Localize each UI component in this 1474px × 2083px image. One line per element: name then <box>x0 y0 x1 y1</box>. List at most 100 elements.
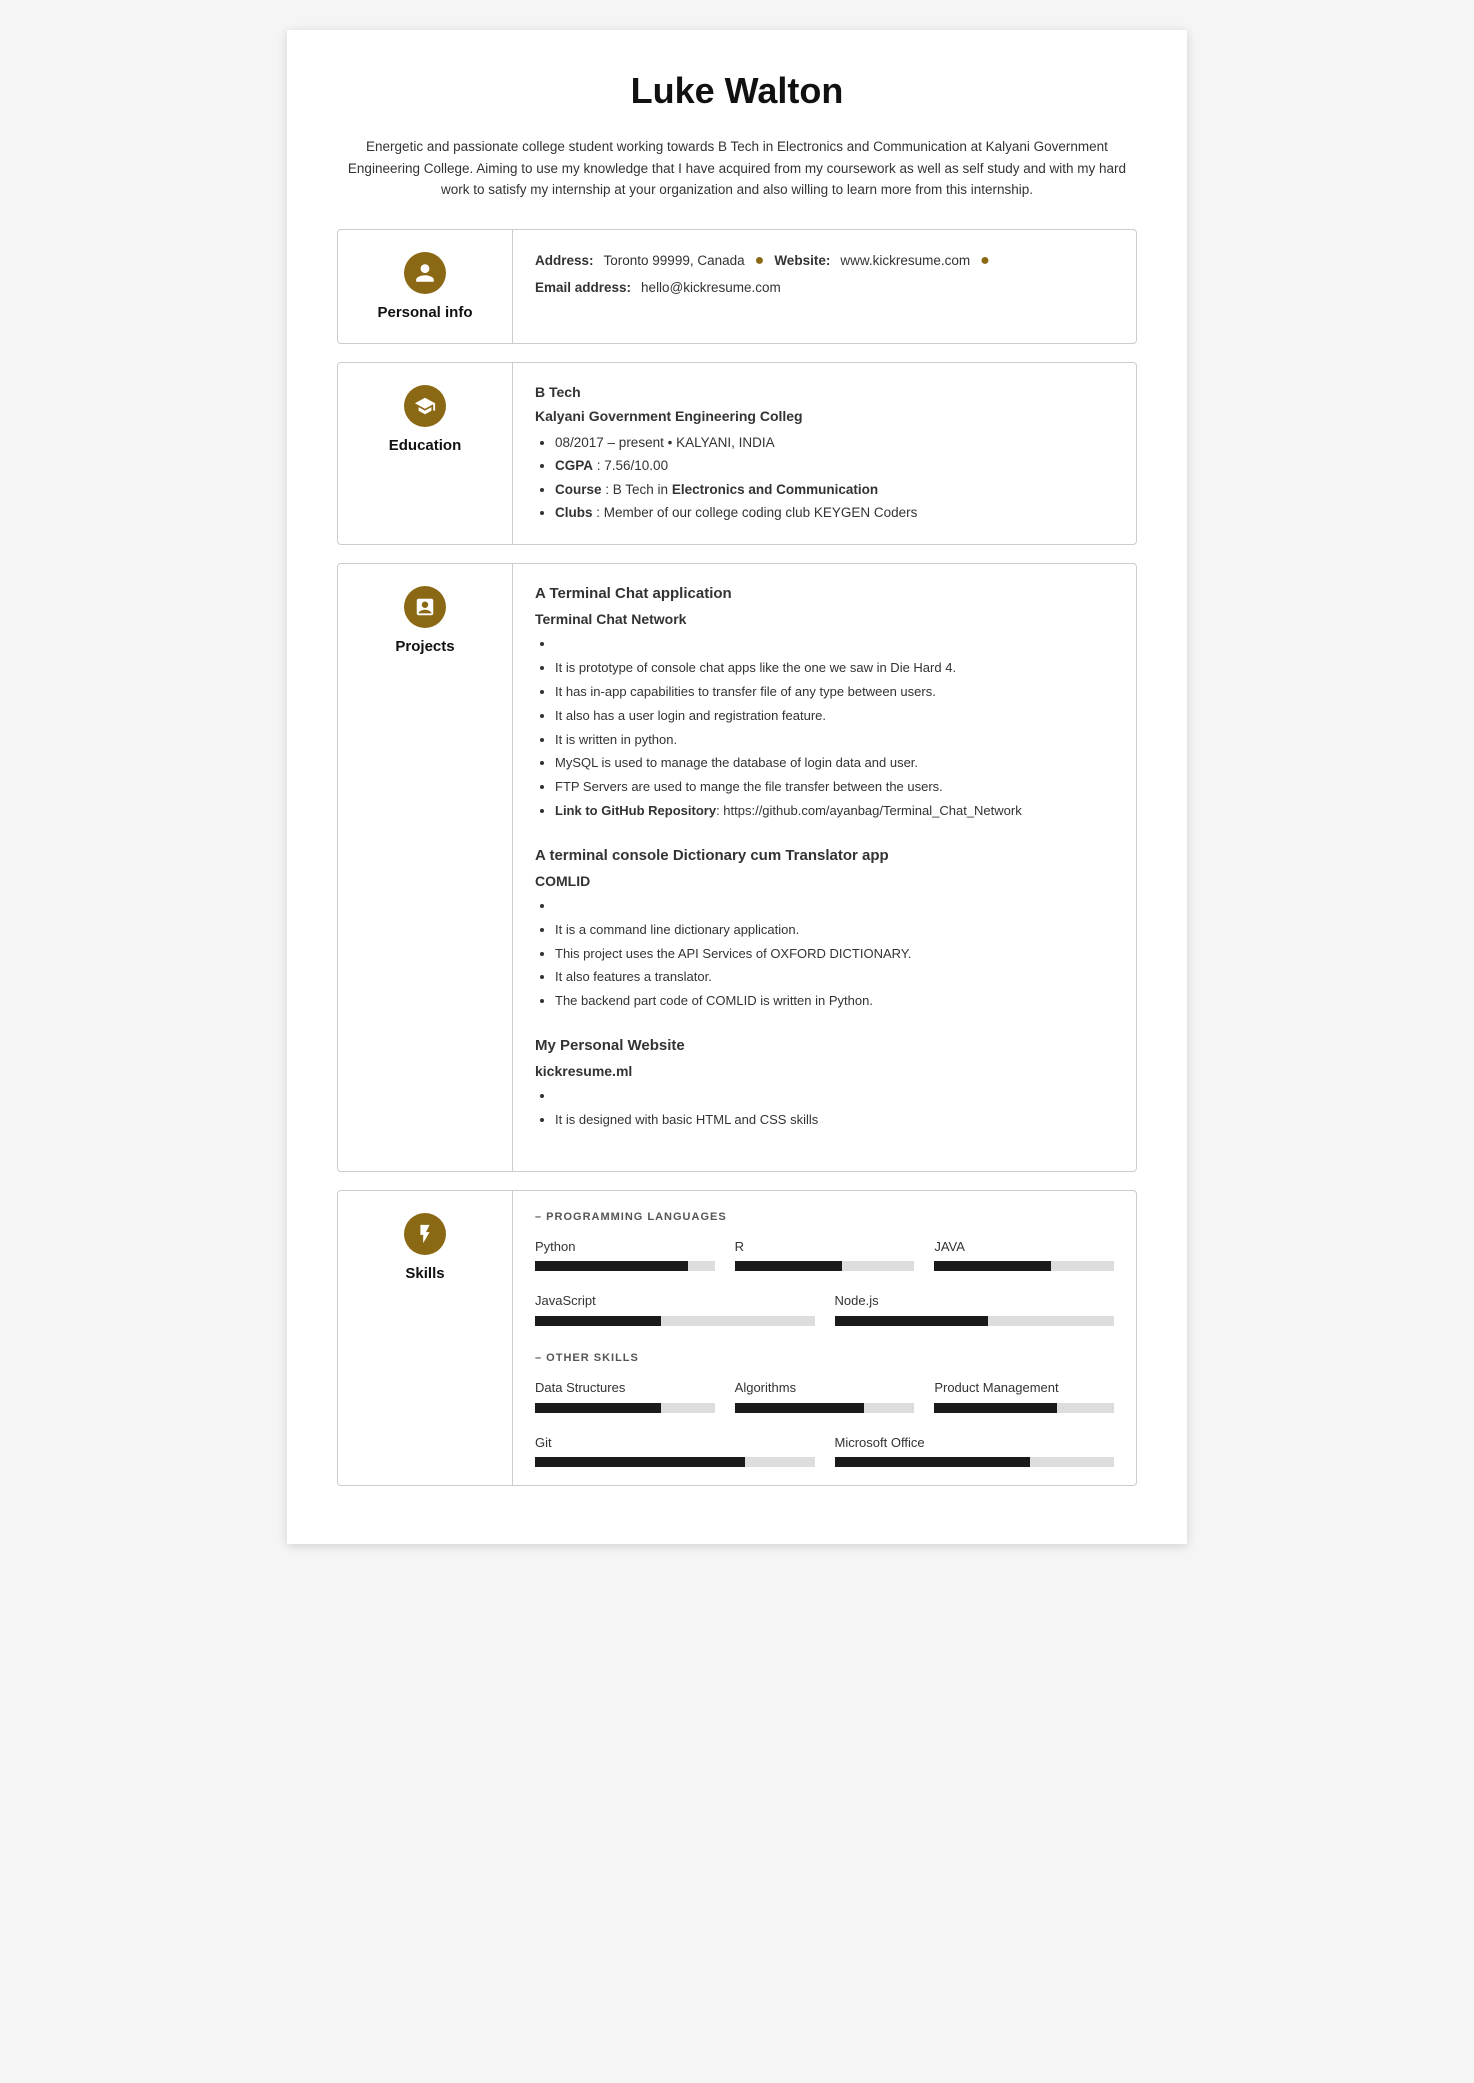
proj1-b7: Link to GitHub Repository: https://githu… <box>555 801 1114 822</box>
projects-icon <box>404 586 446 628</box>
edu-school: Kalyani Government Engineering Colleg <box>535 405 1114 427</box>
personal-info-title: Personal info <box>377 304 472 321</box>
skill-nodejs: Node.js <box>835 1291 1115 1326</box>
proj2-b1: It is a command line dictionary applicat… <box>555 920 1114 941</box>
personal-info-content: Address: Toronto 99999, Canada ● Website… <box>513 230 1136 343</box>
resume-name: Luke Walton <box>337 70 1137 112</box>
edu-degree: B Tech <box>535 381 1114 403</box>
edu-details-list: 08/2017 – present • KALYANI, INDIA CGPA … <box>535 432 1114 524</box>
project-2-title: A terminal console Dictionary cum Transl… <box>535 844 1114 868</box>
skill-python-name: Python <box>535 1237 715 1258</box>
project-1: A Terminal Chat application Terminal Cha… <box>535 582 1114 822</box>
address-label: Address: <box>535 250 594 272</box>
proj3-b1: It is designed with basic HTML and CSS s… <box>555 1110 1114 1131</box>
project-3: My Personal Website kickresume.ml It is … <box>535 1034 1114 1131</box>
projects-title: Projects <box>395 638 454 655</box>
skill-r-name: R <box>735 1237 915 1258</box>
proj1-b6: FTP Servers are used to mange the file t… <box>555 777 1114 798</box>
skill-algo-bar-fill <box>735 1403 864 1413</box>
proj2-b3: It also features a translator. <box>555 967 1114 988</box>
projects-content: A Terminal Chat application Terminal Cha… <box>513 564 1136 1171</box>
skill-r-bar-bg <box>735 1261 915 1271</box>
skill-python-bar-fill <box>535 1261 688 1271</box>
project-1-list: It is prototype of console chat apps lik… <box>535 634 1114 821</box>
skills-title: Skills <box>405 1265 444 1282</box>
skill-nodejs-bar-bg <box>835 1316 1115 1326</box>
project-2: A terminal console Dictionary cum Transl… <box>535 844 1114 1012</box>
proj2-b2: This project uses the API Services of OX… <box>555 944 1114 965</box>
skill-msoffice-bar-fill <box>835 1457 1031 1467</box>
skill-msoffice-name: Microsoft Office <box>835 1433 1115 1454</box>
address-value: Toronto 99999, Canada <box>604 250 745 272</box>
proj1-b5: MySQL is used to manage the database of … <box>555 753 1114 774</box>
project-2-list: It is a command line dictionary applicat… <box>535 896 1114 1012</box>
other-skills-grid: Data Structures Algorithms Product Manag… <box>535 1378 1114 1413</box>
skill-js: JavaScript <box>535 1291 815 1326</box>
skill-git: Git <box>535 1433 815 1468</box>
project-1-title: A Terminal Chat application <box>535 582 1114 606</box>
other-skills-grid-2: Git Microsoft Office <box>535 1433 1114 1468</box>
project-2-subtitle: COMLID <box>535 870 1114 892</box>
skill-algo: Algorithms <box>735 1378 915 1413</box>
personal-info-left: Personal info <box>338 230 513 343</box>
education-left: Education <box>338 363 513 544</box>
skill-r: R <box>735 1237 915 1272</box>
project-3-title: My Personal Website <box>535 1034 1114 1058</box>
website-value: www.kickresume.com <box>840 250 970 272</box>
skill-java-bar-fill <box>934 1261 1051 1271</box>
proj2-b0 <box>555 896 1114 917</box>
email-value: hello@kickresume.com <box>641 277 781 299</box>
proj1-b3: It also has a user login and registratio… <box>555 706 1114 727</box>
programming-label: – PROGRAMMING LANGUAGES <box>535 1209 1114 1227</box>
skill-java-name: JAVA <box>934 1237 1114 1258</box>
skill-pm: Product Management <box>934 1378 1114 1413</box>
skill-python: Python <box>535 1237 715 1272</box>
skill-js-bar-bg <box>535 1316 815 1326</box>
skill-pm-bar-fill <box>934 1403 1056 1413</box>
personal-info-section: Personal info Address: Toronto 99999, Ca… <box>337 229 1137 344</box>
edu-detail-2: Course : B Tech in Electronics and Commu… <box>555 479 1114 501</box>
edu-detail-3: Clubs : Member of our college coding clu… <box>555 502 1114 524</box>
bullet-dot-1: ● <box>755 248 765 274</box>
project-1-subtitle: Terminal Chat Network <box>535 608 1114 630</box>
resume-summary: Energetic and passionate college student… <box>337 136 1137 201</box>
skill-msoffice-bar-bg <box>835 1457 1115 1467</box>
proj1-b0 <box>555 634 1114 655</box>
skill-r-bar-fill <box>735 1261 843 1271</box>
skill-git-name: Git <box>535 1433 815 1454</box>
skill-git-bar-fill <box>535 1457 745 1467</box>
skill-ds-bar-fill <box>535 1403 661 1413</box>
education-icon <box>404 385 446 427</box>
skill-nodejs-bar-fill <box>835 1316 989 1326</box>
skill-nodejs-name: Node.js <box>835 1291 1115 1312</box>
proj3-b0 <box>555 1086 1114 1107</box>
project-3-list: It is designed with basic HTML and CSS s… <box>535 1086 1114 1131</box>
skill-java: JAVA <box>934 1237 1114 1272</box>
education-section: Education B Tech Kalyani Government Engi… <box>337 362 1137 545</box>
skill-git-bar-bg <box>535 1457 815 1467</box>
other-skills-label: – OTHER SKILLS <box>535 1350 1114 1368</box>
skill-js-name: JavaScript <box>535 1291 815 1312</box>
proj1-b4: It is written in python. <box>555 730 1114 751</box>
programming-skills-grid: Python R JAVA <box>535 1237 1114 1272</box>
website-label: Website: <box>774 250 830 272</box>
bullet-dot-2: ● <box>980 248 990 274</box>
proj1-b2: It has in-app capabilities to transfer f… <box>555 682 1114 703</box>
skill-python-bar-bg <box>535 1261 715 1271</box>
skills-left: Skills <box>338 1191 513 1485</box>
education-content: B Tech Kalyani Government Engineering Co… <box>513 363 1136 544</box>
projects-section: Projects A Terminal Chat application Ter… <box>337 563 1137 1172</box>
skill-algo-name: Algorithms <box>735 1378 915 1399</box>
edu-detail-0: 08/2017 – present • KALYANI, INDIA <box>555 432 1114 454</box>
skill-algo-bar-bg <box>735 1403 915 1413</box>
project-3-subtitle: kickresume.ml <box>535 1060 1114 1082</box>
skills-section: Skills – PROGRAMMING LANGUAGES Python R <box>337 1190 1137 1486</box>
personal-info-icon <box>404 252 446 294</box>
skill-ds-name: Data Structures <box>535 1378 715 1399</box>
proj1-b1: It is prototype of console chat apps lik… <box>555 658 1114 679</box>
programming-skills-grid-2: JavaScript Node.js <box>535 1291 1114 1326</box>
email-label: Email address: <box>535 277 631 299</box>
edu-detail-1: CGPA : 7.56/10.00 <box>555 455 1114 477</box>
skill-msoffice: Microsoft Office <box>835 1433 1115 1468</box>
projects-left: Projects <box>338 564 513 1171</box>
